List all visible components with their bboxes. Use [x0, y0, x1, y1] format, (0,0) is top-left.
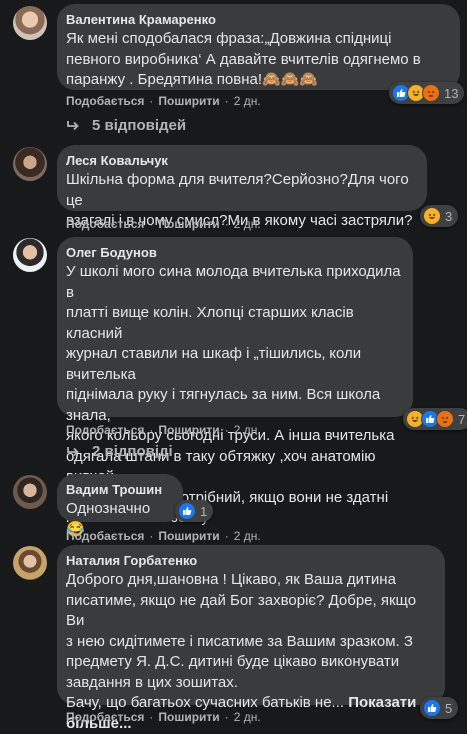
like-button[interactable]: Подобається [66, 529, 144, 543]
comment-line: журнал ставили на шкаф і „тішились‚ коли… [66, 345, 362, 383]
haha-reaction-icon [423, 207, 441, 225]
angry-reaction-icon [436, 410, 454, 428]
separator-dot: · [149, 217, 154, 231]
like-button[interactable]: Подобається [66, 94, 144, 108]
comment-line: певного виробника‘ А давайте вчителів од… [66, 50, 421, 68]
comment-line: У школі мого сина молода вчителька прихо… [66, 263, 401, 301]
comment-bubble: Леся Ковальчук Шкільна форма для вчителя… [57, 145, 427, 229]
comment-line-text: Бачу, що багатьох сучасних батьків не... [66, 694, 345, 711]
avatar[interactable] [13, 238, 47, 272]
comment-author[interactable]: Наталия Горбатенко [66, 552, 433, 569]
replies-label: 2 відповіді [92, 443, 173, 460]
comment-actions: Подобається · Поширити · 2 дн. [66, 423, 261, 437]
comment-author[interactable]: Леся Ковальчук [66, 152, 415, 169]
comment-author[interactable]: Олег Бодунов [66, 244, 401, 261]
comment-bubble: Олег Бодунов У школі мого сина молода вч… [57, 237, 413, 526]
comment-line: Доброго дня,шановна ! Цікаво, як Ваша ди… [66, 571, 396, 588]
like-button[interactable]: Подобається [66, 710, 144, 724]
like-reaction-icon [178, 502, 196, 520]
reaction-summary[interactable]: 13 [389, 82, 465, 104]
separator-dot: · [224, 423, 229, 437]
comment-bubble: Наталия Горбатенко Доброго дня,шановна !… [57, 545, 445, 732]
comment-line: писатиме, якщо не дай Бог захворіє? Добр… [66, 591, 417, 630]
comment-time[interactable]: 2 дн. [234, 710, 261, 724]
comment-time[interactable]: 2 дн. [234, 529, 261, 543]
angry-reaction-icon [422, 84, 440, 102]
comment-line: з нею сидітимете і писатиме за Вашим зра… [66, 632, 413, 650]
reaction-summary[interactable]: 5 [420, 697, 459, 719]
reaction-count: 7 [458, 411, 466, 427]
reaction-count: 5 [445, 700, 453, 716]
like-button[interactable]: Подобається [66, 217, 144, 231]
comment-actions: Подобається · Поширити · 2 дн. [66, 529, 261, 543]
comment-line: предмету Я. Д.С. дитині буде цікаво вико… [66, 653, 400, 670]
comment-time[interactable]: 2 дн. [234, 94, 261, 108]
comment-actions: Подобається · Поширити · 2 дн. [66, 217, 261, 231]
separator-dot: · [149, 94, 154, 108]
share-button[interactable]: Поширити [158, 94, 219, 108]
reaction-count: 1 [200, 503, 208, 519]
share-button[interactable]: Поширити [158, 217, 219, 231]
reaction-count: 3 [445, 208, 453, 224]
comment-actions: Подобається · Поширити · 2 дн. [66, 710, 261, 724]
share-button[interactable]: Поширити [158, 529, 219, 543]
comment-time[interactable]: 2 дн. [234, 423, 261, 437]
avatar[interactable] [13, 147, 47, 181]
comment-line: платті вище колін. Хлопці старших класів… [66, 304, 354, 342]
avatar[interactable] [13, 475, 47, 509]
comment-author[interactable]: Вадим Трошин [66, 481, 171, 498]
view-replies-link[interactable]: 2 відповіді [66, 443, 173, 460]
comment-line: Шкільна форма для вчителя?Серйозно?Для ч… [66, 171, 409, 209]
reaction-summary[interactable]: 7 [403, 408, 467, 430]
comment-bubble: Вадим Трошин Однозначно 😂 [57, 474, 183, 538]
comment-actions: Подобається · Поширити · 2 дн. [66, 94, 261, 108]
replies-label: 5 відповідей [92, 117, 187, 134]
separator-dot: · [224, 710, 229, 724]
reaction-count: 13 [444, 85, 459, 101]
reply-arrow-icon [67, 120, 79, 130]
comment-author[interactable]: Валентина Крамаренко [66, 11, 448, 28]
avatar[interactable] [13, 6, 47, 40]
separator-dot: · [224, 217, 229, 231]
reaction-summary[interactable]: 3 [420, 205, 459, 227]
reaction-summary[interactable]: 1 [175, 500, 214, 522]
comment-text: Як мені сподобалася фраза:„Довжина спідн… [66, 29, 448, 91]
view-replies-link[interactable]: 5 відповідей [66, 117, 186, 134]
comment-line: завдання в цих зошитах. [66, 673, 238, 691]
share-button[interactable]: Поширити [158, 710, 219, 724]
separator-dot: · [149, 423, 154, 437]
separator-dot: · [224, 529, 229, 543]
comment-time[interactable]: 2 дн. [234, 217, 261, 231]
comment-bubble: Валентина Крамаренко Як мені сподобалася… [57, 4, 460, 90]
like-reaction-icon [423, 699, 441, 717]
comment-line: Як мені сподобалася фраза:„Довжина спідн… [66, 30, 392, 47]
share-button[interactable]: Поширити [158, 423, 219, 437]
separator-dot: · [149, 529, 154, 543]
separator-dot: · [224, 94, 229, 108]
like-button[interactable]: Подобається [66, 423, 144, 437]
comment-line: піднімала руку і тягнулась за ним. Вся ш… [66, 386, 381, 424]
reply-arrow-icon [67, 446, 79, 456]
separator-dot: · [149, 710, 154, 724]
avatar[interactable] [13, 546, 47, 580]
